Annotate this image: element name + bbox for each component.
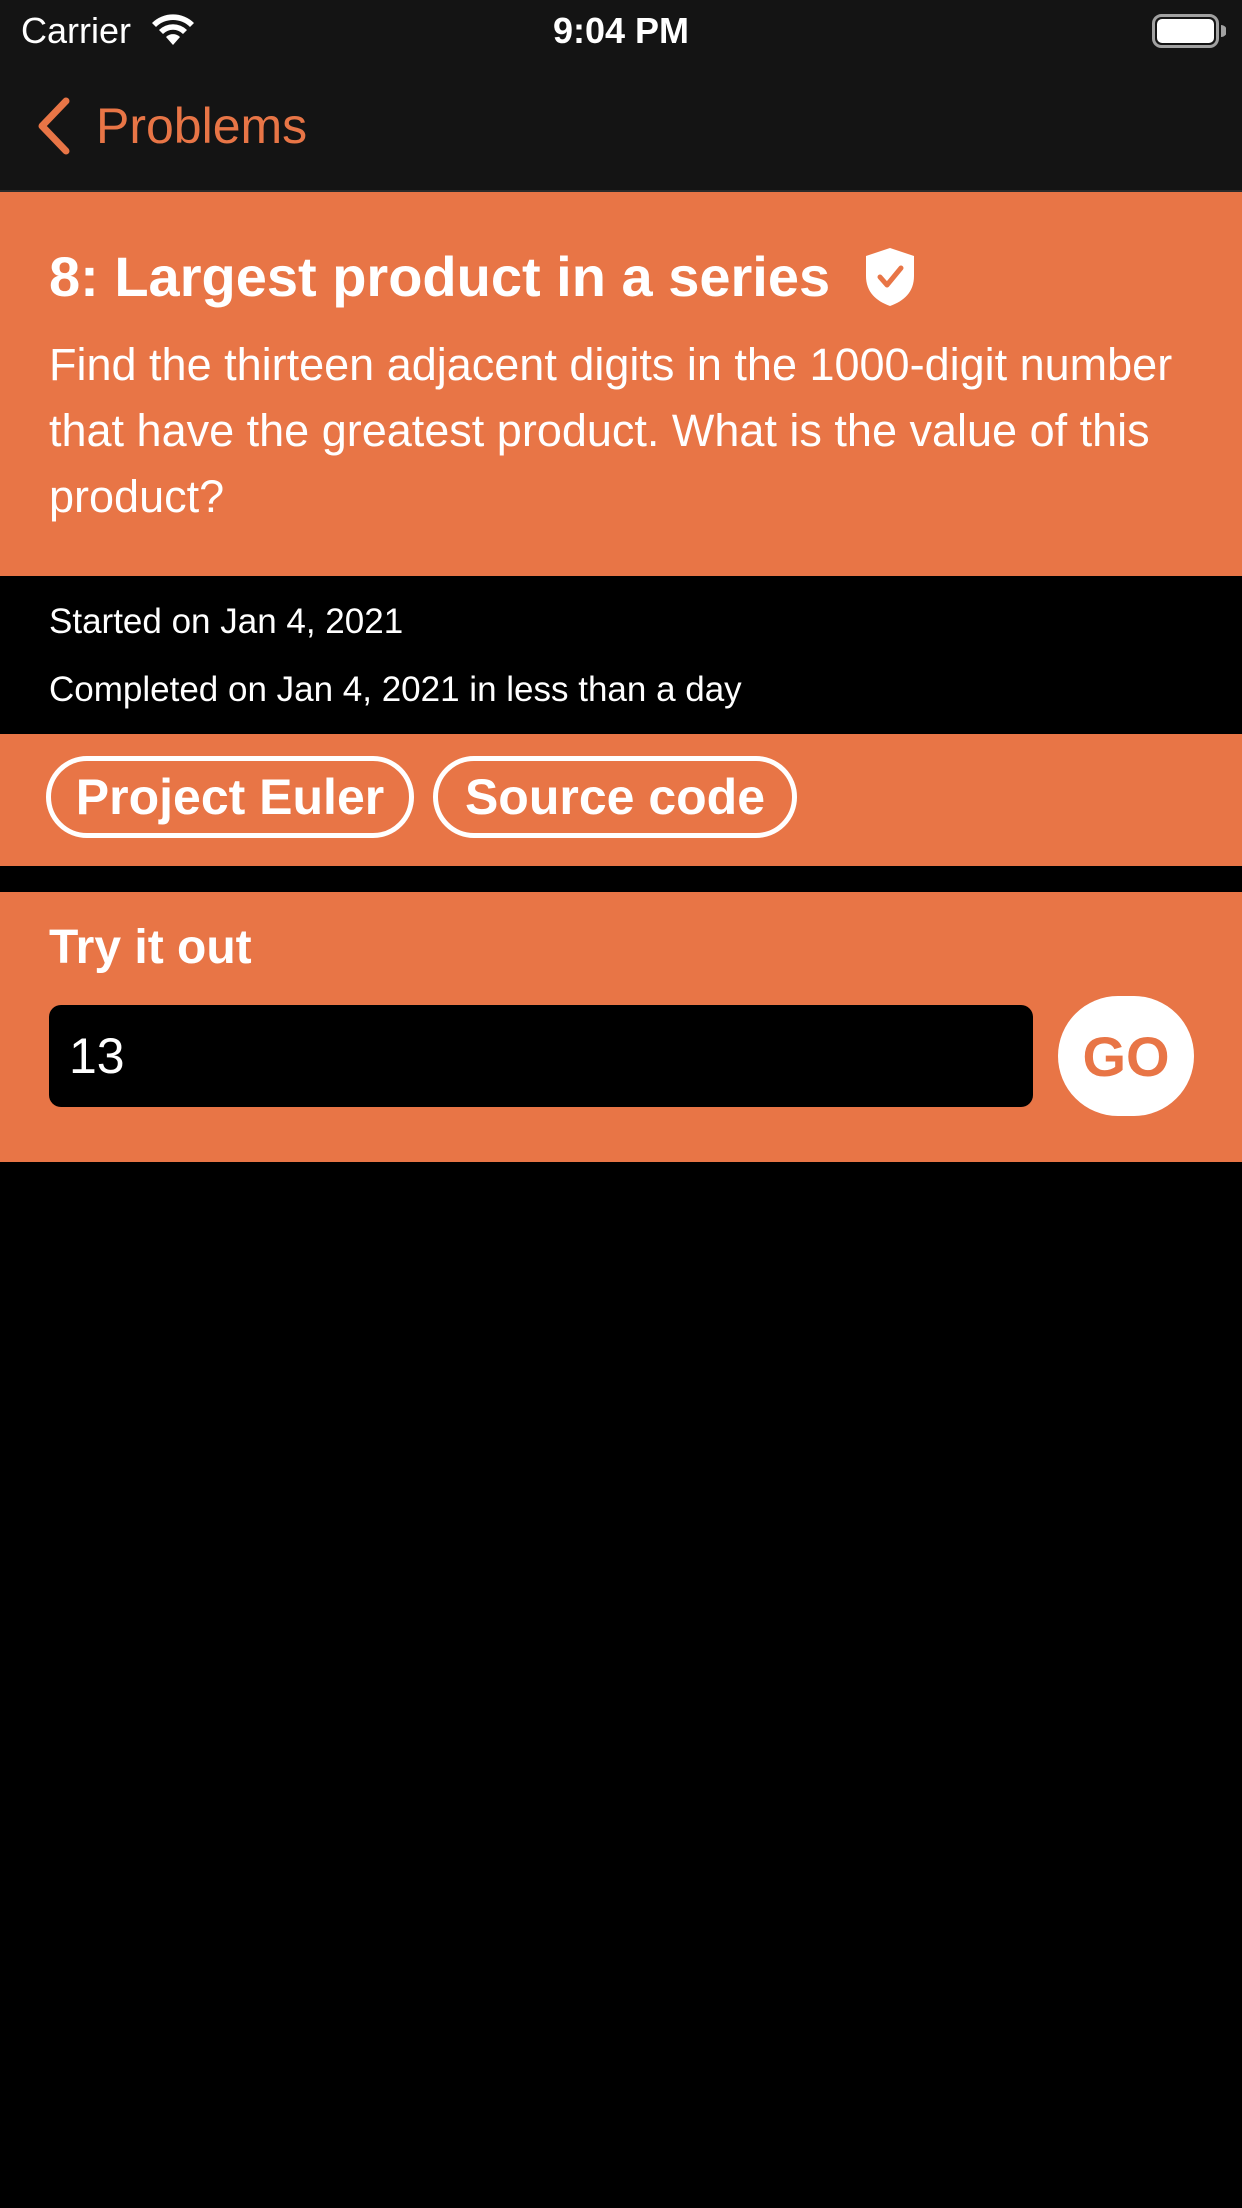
started-date: Started on Jan 4, 2021: [49, 602, 404, 641]
try-it-out-section: Try it out GO: [0, 892, 1242, 1162]
problem-description: Find the thirteen adjacent digits in the…: [49, 339, 1173, 522]
navigation-bar: Problems: [0, 62, 1242, 192]
problem-header: 8: Largest product in a series Find the …: [0, 192, 1242, 576]
dates-section: Started on Jan 4, 2021 Completed on Jan …: [0, 576, 1242, 734]
problem-title: 8: Largest product in a series: [49, 245, 831, 308]
links-section: Project Euler Source code: [0, 734, 1242, 866]
status-bar: Carrier 9:04 PM: [0, 0, 1242, 62]
go-button[interactable]: GO: [1058, 996, 1194, 1116]
source-code-button[interactable]: Source code: [433, 756, 797, 838]
back-label: Problems: [96, 98, 308, 154]
chevron-left-icon: [38, 97, 70, 155]
project-euler-button[interactable]: Project Euler: [46, 756, 414, 838]
back-button[interactable]: Problems: [34, 92, 307, 160]
shield-check-icon: [866, 248, 915, 306]
clock: 9:04 PM: [552, 10, 690, 51]
battery-icon: [1152, 14, 1226, 48]
title-row: 8: Largest product in a series: [49, 242, 916, 312]
try-it-input[interactable]: [49, 1005, 1033, 1107]
try-it-out-title: Try it out: [49, 921, 252, 974]
completed-date: Completed on Jan 4, 2021 in less than a …: [49, 670, 742, 709]
